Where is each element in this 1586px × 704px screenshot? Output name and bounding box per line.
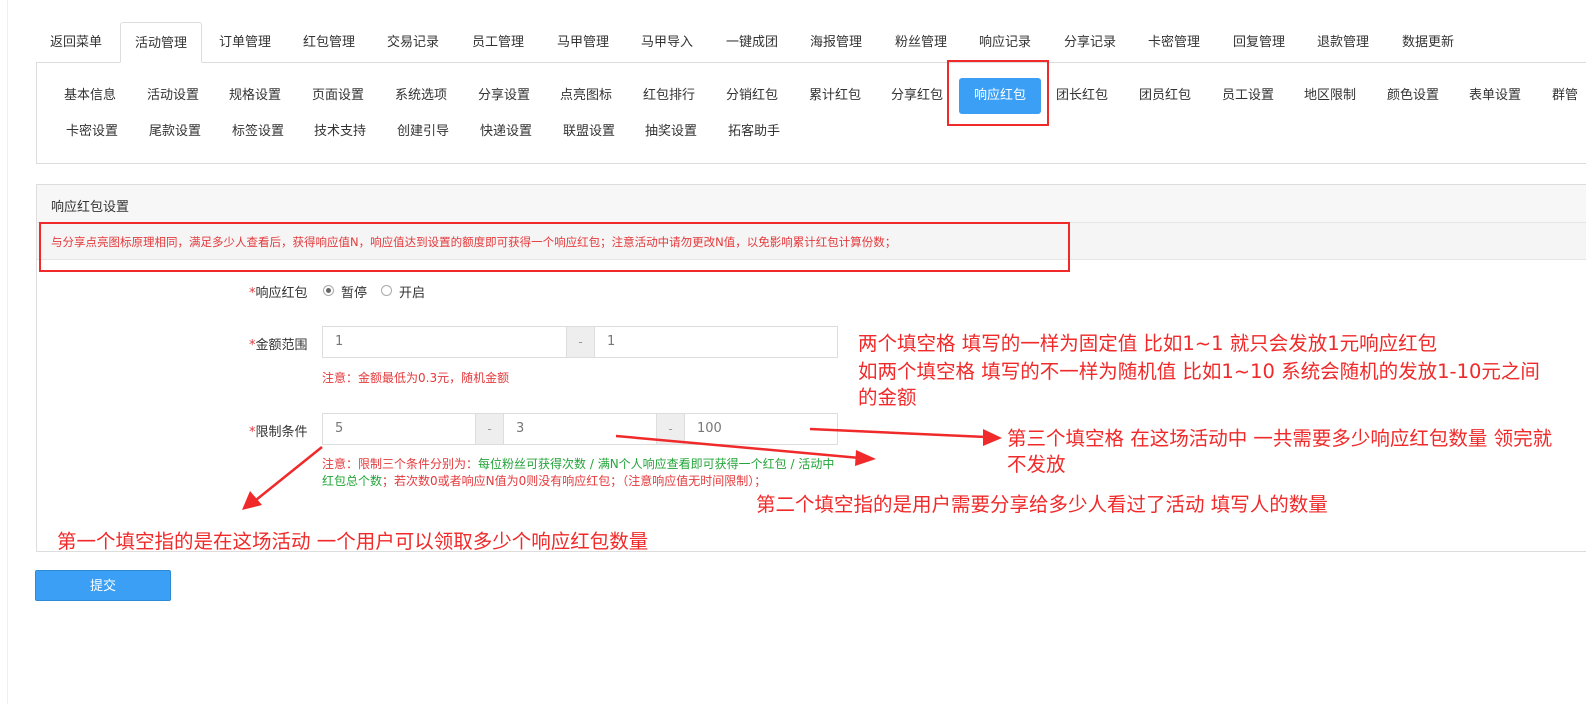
sub-tab-panel: 基本信息 活动设置 规格设置 页面设置 系统选项 分享设置 点亮图标 红包排行 … <box>36 62 1586 164</box>
subtab-light-icons[interactable]: 点亮图标 <box>560 78 612 114</box>
subtab-form-settings[interactable]: 表单设置 <box>1469 78 1521 114</box>
subtab-share-settings[interactable]: 分享设置 <box>478 78 530 114</box>
tab-transactions[interactable]: 交易记录 <box>372 22 454 63</box>
subtab-group-management[interactable]: 群管 <box>1552 78 1586 114</box>
tab-poster-management[interactable]: 海报管理 <box>794 22 878 63</box>
tab-one-click-group[interactable]: 一键成团 <box>710 22 794 63</box>
subtab-tag-settings[interactable]: 标签设置 <box>232 114 284 150</box>
top-tab-bar: 返回菜单 活动管理 订单管理 红包管理 交易记录 员工管理 马甲管理 马甲导入 … <box>36 22 1586 63</box>
subtab-spec-settings[interactable]: 规格设置 <box>229 78 281 114</box>
radio-pause-label[interactable]: 暂停 <box>341 282 367 301</box>
response-redpacket-label-text: 响应红包 <box>255 286 308 301</box>
highlight-box-notice <box>39 222 1070 272</box>
limit-separator-2: - <box>657 413 684 445</box>
subtab-cumulative-redpacket[interactable]: 累计红包 <box>809 78 861 114</box>
panel-title: 响应红包设置 <box>51 200 130 215</box>
subtab-card-settings[interactable]: 卡密设置 <box>66 114 118 150</box>
subtab-distribution-redpacket[interactable]: 分销红包 <box>726 78 778 114</box>
subtab-share-redpacket[interactable]: 分享红包 <box>891 78 943 114</box>
limit-conditions-label-text: 限制条件 <box>255 425 308 440</box>
radio-on-label[interactable]: 开启 <box>399 282 425 301</box>
amount-min-input[interactable]: 1 <box>322 326 567 358</box>
tab-share-records[interactable]: 分享记录 <box>1048 22 1132 63</box>
tab-fan-management[interactable]: 粉丝管理 <box>879 22 963 63</box>
submit-button[interactable]: 提交 <box>35 570 171 601</box>
limit-hint-rest: ；若次数0或者响应N值为0则没有响应红包；（注意响应值无时间限制）； <box>382 474 767 488</box>
tab-vest-management[interactable]: 马甲管理 <box>541 22 625 63</box>
limit-response-n-input[interactable]: 3 <box>503 413 657 445</box>
subtab-member-redpacket[interactable]: 团员红包 <box>1139 78 1191 114</box>
subtab-leader-redpacket[interactable]: 团长红包 <box>1056 78 1108 114</box>
subtab-lottery-settings[interactable]: 抽奖设置 <box>645 114 697 150</box>
annotation-second-field: 第二个填空指的是用户需要分享给多少人看过了活动 填写人的数量 <box>756 493 1328 516</box>
amount-range-label: *金额范围 <box>249 334 308 353</box>
tab-redpacket-management[interactable]: 红包管理 <box>288 22 370 63</box>
amount-hint: 注意：金额最低为0.3元，随机金额 <box>322 371 510 385</box>
subtab-color-settings[interactable]: 颜色设置 <box>1387 78 1439 114</box>
annotation-amount-line1: 两个填空格 填写的一样为固定值 比如1~1 就只会发放1元响应红包 <box>858 332 1438 355</box>
tab-staff-management[interactable]: 员工管理 <box>456 22 540 63</box>
tab-card-management[interactable]: 卡密管理 <box>1132 22 1216 63</box>
limit-per-fan-input[interactable]: 5 <box>322 413 476 445</box>
subtab-alliance-settings[interactable]: 联盟设置 <box>563 114 615 150</box>
limit-hint-prefix: 注意：限制三个条件分别为： <box>322 457 479 471</box>
subtab-page-settings[interactable]: 页面设置 <box>312 78 364 114</box>
annotation-third-field: 第三个填空格 在这场活动中 一共需要多少响应红包数量 领完就不发放 <box>1007 427 1553 476</box>
limit-hint: 注意：限制三个条件分别为：每位粉丝可获得次数 / 满N个人响应查看即可获得一个红… <box>322 456 842 490</box>
radio-on[interactable] <box>381 285 392 296</box>
subtab-tech-support[interactable]: 技术支持 <box>314 114 366 150</box>
tab-reply-management[interactable]: 回复管理 <box>1217 22 1301 63</box>
subtab-balance-settings[interactable]: 尾款设置 <box>149 114 201 150</box>
tab-response-records[interactable]: 响应记录 <box>963 22 1047 63</box>
tab-order-management[interactable]: 订单管理 <box>204 22 286 63</box>
amount-separator: - <box>567 326 594 358</box>
subtab-basic-info[interactable]: 基本信息 <box>64 78 116 114</box>
limit-total-input[interactable]: 100 <box>684 413 838 445</box>
subtab-region-limit[interactable]: 地区限制 <box>1304 78 1356 114</box>
subtab-activity-settings[interactable]: 活动设置 <box>147 78 199 114</box>
subtab-express-settings[interactable]: 快递设置 <box>480 114 532 150</box>
subtab-create-guide[interactable]: 创建引导 <box>397 114 449 150</box>
highlight-box-active-subtab <box>947 60 1049 126</box>
subtab-customer-assistant[interactable]: 拓客助手 <box>728 114 780 150</box>
panel-header: 响应红包设置 <box>37 185 1586 223</box>
tab-activity-management[interactable]: 活动管理 <box>120 22 202 63</box>
left-edge-divider <box>0 0 8 704</box>
amount-range-label-text: 金额范围 <box>255 338 308 353</box>
response-redpacket-label: *响应红包 <box>249 282 308 301</box>
annotation-first-field: 第一个填空指的是在这场活动 一个用户可以领取多少个响应红包数量 <box>57 530 649 553</box>
radio-pause[interactable] <box>323 285 334 296</box>
limit-conditions-label: *限制条件 <box>249 421 308 440</box>
subtab-redpacket-ranking[interactable]: 红包排行 <box>643 78 695 114</box>
tab-vest-import[interactable]: 马甲导入 <box>625 22 709 63</box>
limit-separator-1: - <box>476 413 503 445</box>
tab-refund-management[interactable]: 退款管理 <box>1301 22 1385 63</box>
annotation-amount-line2: 如两个填空格 填写的不一样为随机值 比如1~10 系统会随机的发放1-10元之间… <box>858 360 1540 409</box>
subtab-system-options[interactable]: 系统选项 <box>395 78 447 114</box>
tab-back-menu[interactable]: 返回菜单 <box>36 22 116 63</box>
amount-max-input[interactable]: 1 <box>594 326 838 358</box>
tab-data-update[interactable]: 数据更新 <box>1386 22 1470 63</box>
subtab-staff-settings[interactable]: 员工设置 <box>1222 78 1274 114</box>
